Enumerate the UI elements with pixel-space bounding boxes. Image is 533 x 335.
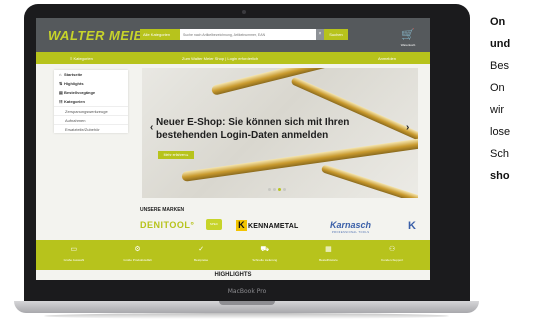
checkmark-icon: ✓ <box>198 246 205 253</box>
brands-section: UNSERE MARKEN DENITOOL° SPEC K KENNAMETAL… <box>36 201 430 241</box>
slider-dot[interactable] <box>273 188 276 191</box>
feature-label: Bestpreise <box>194 258 209 262</box>
search-bar: Alle Kategorien × Suchen <box>140 29 348 40</box>
feature-label: Schnelle Lieferung <box>252 258 278 262</box>
hero-banner[interactable]: Neuer E-Shop: Sie können sich mit Ihren … <box>142 68 418 198</box>
side-text-line: On <box>490 16 506 28</box>
brand-logo-denitool[interactable]: DENITOOL° <box>140 220 194 230</box>
cart-label: Warenkorb <box>400 43 416 47</box>
search-category-select[interactable]: Alle Kategorien <box>140 29 180 40</box>
sidebar-item-label: Ersatzteile/Zubehör <box>65 126 100 132</box>
side-text-line: wir <box>490 104 505 116</box>
sidebar-item-label: Kategorien <box>64 99 85 104</box>
feature-item: ✓ Bestpreise <box>172 240 230 270</box>
cart-icon: 🛒 <box>401 29 415 41</box>
feature-label: Große Auswahl <box>63 258 85 262</box>
search-input[interactable] <box>180 29 316 40</box>
slider-dot[interactable] <box>283 188 286 191</box>
side-text-line: und <box>490 38 511 50</box>
slider-dot[interactable] <box>278 188 281 191</box>
brand-mark: ° <box>190 220 195 230</box>
document-icon: ▦ <box>325 246 332 253</box>
brand-logo-kennametal[interactable]: K KENNAMETAL <box>236 220 298 231</box>
brand-logo-spec[interactable]: SPEC <box>206 219 222 230</box>
gear-icon: ⚙ <box>134 246 141 253</box>
sidebar-item-label: Zerspanungswerkzeuge <box>65 108 108 114</box>
main-content: ⌂ Startseite ⇅ Highlights ▤ Bestellvorgä… <box>36 64 430 201</box>
feature-item: ⚙ Große Produktvielfalt <box>108 240 166 270</box>
feature-label: Kunden-Support <box>381 258 404 262</box>
sidebar-item-aufnahmen[interactable]: Aufnahmen <box>54 115 128 124</box>
brands-title: UNSERE MARKEN <box>140 207 185 213</box>
hero-more-button[interactable]: Mehr erfahren ▸ <box>158 151 194 159</box>
camera-icon <box>242 10 246 14</box>
feature-item: ⛟ Schnelle Lieferung <box>236 240 294 270</box>
feature-item: ▦ Bestellhistorie <box>299 240 357 270</box>
search-button[interactable]: Suchen <box>324 29 348 40</box>
brand-name: DENITOOL <box>140 220 191 230</box>
feature-label: Große Produktvielfalt <box>123 258 152 262</box>
sidebar-item-startseite[interactable]: ⌂ Startseite <box>54 70 128 79</box>
side-article-text: On und Bes On wir lose Sch sho <box>490 11 533 187</box>
side-text-line: On <box>490 82 505 94</box>
brand-karnasch-subtitle: PROFESSIONAL TOOLS <box>332 231 370 234</box>
feature-item: ⚇ Kunden-Support <box>363 240 421 270</box>
support-icon: ⚇ <box>388 246 396 253</box>
slider-dots <box>268 188 286 191</box>
features-bar: ▭ Große Auswahl ⚙ Große Produktvielfalt … <box>36 240 430 270</box>
sidebar-item-highlights[interactable]: ⇅ Highlights <box>54 79 128 88</box>
brand-logo-partial[interactable]: K <box>408 220 416 232</box>
main-navbar: ≡ Kategorien Zum Walter Meier Shop | Log… <box>36 52 430 64</box>
laptop-shadow <box>44 313 449 319</box>
laptop-notch <box>219 301 275 305</box>
kennametal-k-icon: K <box>236 220 247 231</box>
highlights-heading: HIGHLIGHTS <box>36 270 430 280</box>
sidebar-item-ersatzteile[interactable]: Ersatzteile/Zubehör <box>54 124 128 133</box>
categories-menu-button[interactable]: ≡ Kategorien <box>70 56 93 61</box>
slider-next-icon[interactable]: › <box>406 122 409 133</box>
side-text-line: lose <box>490 126 511 138</box>
navbar-info-text: Zum Walter Meier Shop | Login erforderli… <box>182 56 259 61</box>
feature-item: ▭ Große Auswahl <box>45 240 103 270</box>
sidebar-item-label: Startseite <box>64 72 83 77</box>
login-button[interactable]: Anmelden <box>378 56 396 61</box>
slider-prev-icon[interactable]: ‹ <box>150 122 153 133</box>
sidebar-item-label: Aufnahmen <box>65 117 86 123</box>
cart-button[interactable]: 🛒 Warenkorb <box>398 25 418 47</box>
laptop-model-label: MacBook Pro <box>227 288 267 295</box>
slider-dot[interactable] <box>268 188 271 191</box>
walter-meier-logo[interactable]: WALTER MEIER <box>48 28 153 43</box>
sidebar-item-zerspanungswerkzeuge[interactable]: Zerspanungswerkzeuge <box>54 106 128 115</box>
sidebar-item-label: Bestellvorgänge <box>64 90 96 95</box>
brand-name: KENNAMETAL <box>248 223 299 230</box>
sidebar-item-kategorien[interactable]: ☷ Kategorien <box>54 97 128 106</box>
browser-screen: WALTER MEIER Alle Kategorien × Suchen 🛒 … <box>36 18 430 280</box>
sidebar-item-bestellvorgaenge[interactable]: ▤ Bestellvorgänge <box>54 88 128 97</box>
drill-bit-image <box>320 164 418 198</box>
monitor-icon: ▭ <box>70 246 78 253</box>
brand-logo-karnasch[interactable]: Karnasch <box>330 220 371 230</box>
category-sidebar: ⌂ Startseite ⇅ Highlights ▤ Bestellvorgä… <box>54 70 128 133</box>
side-text-line: Bes <box>490 60 509 72</box>
hero-headline: Neuer E-Shop: Sie können sich mit Ihren … <box>156 117 350 141</box>
site-header: WALTER MEIER Alle Kategorien × Suchen 🛒 … <box>36 18 430 52</box>
side-text-line: Sch <box>490 148 509 160</box>
drill-bit-image <box>181 135 418 182</box>
truck-icon: ⛟ <box>260 246 270 253</box>
clear-search-icon[interactable]: × <box>316 29 324 40</box>
side-text-line: sho <box>490 170 510 182</box>
feature-label: Bestellhistorie <box>319 258 338 262</box>
sidebar-item-label: Highlights <box>64 81 84 86</box>
